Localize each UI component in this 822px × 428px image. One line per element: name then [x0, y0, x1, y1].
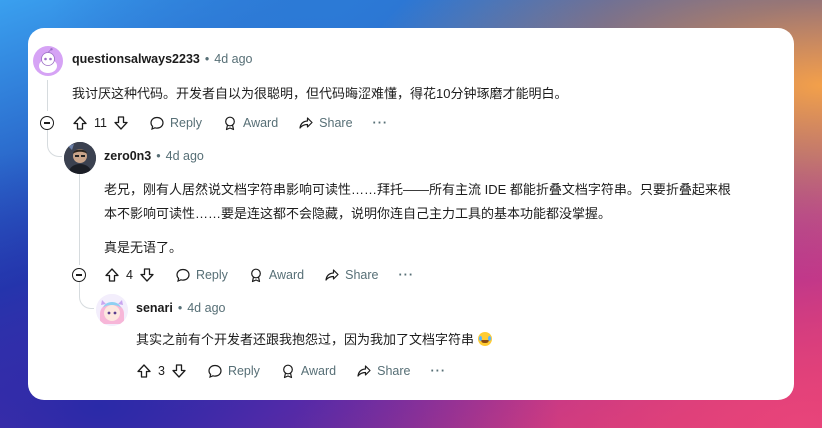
share-icon: [299, 117, 313, 129]
downvote-icon[interactable]: [171, 363, 187, 379]
reply-label: Reply: [169, 116, 202, 130]
vote-control: 11: [72, 115, 129, 131]
comment-author[interactable]: zero0n3: [104, 149, 151, 163]
upvote-icon[interactable]: [136, 363, 152, 379]
comment-2-meta: zero0n3 • 4d ago: [104, 149, 204, 163]
comment-2-body: 老兄，刚有人居然说文档字符串影响可读性……拜托——所有主流 IDE 都能折叠文档…: [104, 178, 731, 260]
laughing-crying-emoji-icon: [478, 332, 493, 346]
share-button[interactable]: Share: [324, 267, 379, 283]
comment-text-line: 我讨厌这种代码。开发者自以为很聪明，但代码晦涩难懂，得花10分钟琢磨才能明白。: [72, 86, 568, 101]
collapse-thread-button[interactable]: [40, 116, 54, 130]
comment-author[interactable]: senari: [136, 301, 173, 315]
downvote-icon[interactable]: [113, 115, 129, 131]
share-icon: [357, 365, 371, 377]
more-options-button[interactable]: ···: [373, 116, 389, 130]
vote-control: 3: [136, 363, 187, 379]
comment-thread-card: questionsalways2233 • 4d ago 我讨厌这种代码。开发者…: [28, 28, 794, 400]
reply-bubble-icon: [176, 268, 190, 282]
collapse-thread-button[interactable]: [72, 268, 86, 282]
comment-3-meta: senari • 4d ago: [136, 301, 225, 315]
downvote-icon[interactable]: [139, 267, 155, 283]
thread-connector-2: [79, 286, 94, 309]
award-button[interactable]: Award: [222, 115, 278, 131]
award-icon: [225, 116, 235, 131]
user-photo-avatar-icon: [64, 142, 96, 174]
share-label: Share: [377, 364, 411, 378]
comment-timestamp[interactable]: 4d ago: [187, 301, 225, 315]
comment-text-line: 真是无语了。: [104, 240, 183, 255]
comment-timestamp[interactable]: 4d ago: [166, 149, 204, 163]
avatar-senari[interactable]: [96, 294, 128, 326]
comment-text-line: 其实之前有个开发者还跟我抱怨过，因为我加了文档字符串: [136, 332, 475, 347]
vote-count: 11: [94, 116, 107, 130]
meta-separator: •: [156, 149, 161, 163]
vote-control: 4: [104, 267, 155, 283]
award-label: Award: [242, 116, 279, 130]
meta-separator: •: [177, 301, 183, 315]
comment-1-meta: questionsalways2233 • 4d ago: [72, 52, 252, 66]
reply-button[interactable]: Reply: [207, 363, 260, 379]
award-label: Award: [300, 364, 337, 378]
reply-bubble-icon: [150, 116, 164, 130]
more-options-button[interactable]: ···: [399, 268, 415, 282]
vote-count: 4: [126, 268, 133, 282]
more-options-button[interactable]: ···: [431, 364, 447, 378]
reddit-snoo-avatar-icon: [39, 48, 57, 73]
award-button[interactable]: Award: [280, 363, 336, 379]
reply-bubble-icon: [208, 364, 222, 378]
thread-line-1: [47, 80, 48, 111]
award-label: Award: [268, 268, 305, 282]
thread-connector-1: [47, 134, 62, 157]
comment-3-body: 其实之前有个开发者还跟我抱怨过，因为我加了文档字符串: [136, 328, 493, 352]
upvote-icon[interactable]: [72, 115, 88, 131]
share-button[interactable]: Share: [298, 115, 353, 131]
award-button[interactable]: Award: [248, 267, 304, 283]
share-label: Share: [319, 116, 353, 130]
share-icon: [325, 269, 339, 281]
comment-blank-line: [104, 226, 731, 236]
avatar-zero0n3[interactable]: [64, 142, 96, 174]
share-label: Share: [345, 268, 379, 282]
anime-avatar-icon: [96, 294, 128, 326]
meta-separator: •: [204, 52, 210, 66]
thread-line-2: [79, 173, 80, 265]
comment-timestamp[interactable]: 4d ago: [214, 52, 252, 66]
comment-text-line: 本不影响可读性……要是连这都不会隐藏，说明你连自己主力工具的基本功能都没掌握。: [104, 206, 612, 221]
reply-button[interactable]: Reply: [175, 267, 228, 283]
avatar-questionsalways2233[interactable]: [33, 46, 63, 76]
upvote-icon[interactable]: [104, 267, 120, 283]
comment-3-actions: 3 Reply Award Share ···: [136, 361, 446, 381]
share-button[interactable]: Share: [356, 363, 411, 379]
award-icon: [251, 268, 261, 283]
vote-count: 3: [158, 364, 165, 378]
comment-author[interactable]: questionsalways2233: [72, 52, 200, 66]
comment-1-actions: 11 Reply Award Share ···: [72, 113, 388, 133]
comment-2-actions: 4 Reply Award Share ···: [104, 265, 414, 285]
reply-label: Reply: [227, 364, 260, 378]
award-icon: [283, 364, 293, 379]
reply-button[interactable]: Reply: [149, 115, 202, 131]
reply-label: Reply: [195, 268, 228, 282]
comment-text-line: 老兄，刚有人居然说文档字符串影响可读性……拜托——所有主流 IDE 都能折叠文档…: [104, 182, 731, 197]
comment-1-body: 我讨厌这种代码。开发者自以为很聪明，但代码晦涩难懂，得花10分钟琢磨才能明白。: [72, 82, 567, 106]
